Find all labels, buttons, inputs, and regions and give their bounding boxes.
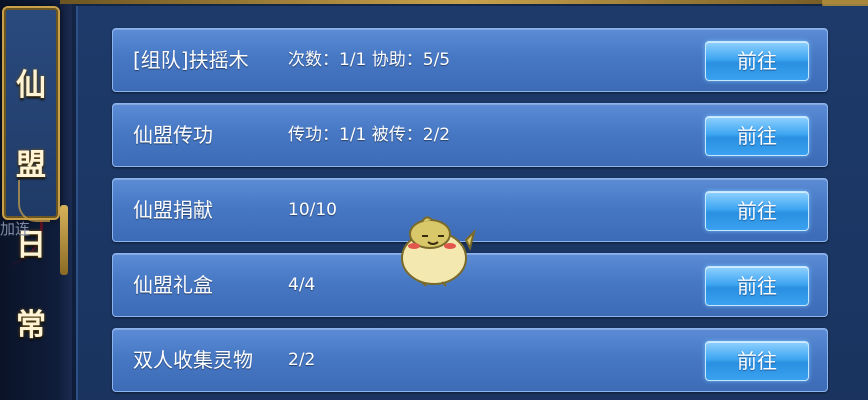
guild-daily-screen: 仙 盟 日 常 加连 [组队]扶摇木 次数：1/1 协助：5/5 前往 仙盟传功… (0, 0, 868, 400)
task-name: 仙盟传功 (133, 123, 213, 147)
plaque-ornament (18, 180, 50, 222)
tassel-decoration (60, 205, 68, 275)
top-gold-rim (60, 0, 868, 4)
go-button[interactable]: 前往 (705, 41, 809, 81)
task-progress: 传功：1/1 被传：2/2 (288, 125, 451, 145)
task-row: 仙盟传功 传功：1/1 被传：2/2 前往 (112, 103, 828, 167)
side-banner: 仙 盟 日 常 加连 (0, 0, 72, 400)
title-plaque: 仙 盟 日 常 (2, 6, 60, 343)
task-name: 仙盟礼盒 (133, 273, 213, 297)
go-button[interactable]: 前往 (705, 341, 809, 381)
task-progress: 10/10 (288, 200, 337, 220)
side-text-fragment: 加连 (0, 220, 31, 238)
task-progress: 4/4 (288, 275, 316, 295)
task-row: [组队]扶摇木 次数：1/1 协助：5/5 前往 (112, 28, 828, 92)
task-name: 仙盟捐献 (133, 198, 213, 222)
task-progress: 次数：1/1 协助：5/5 (288, 50, 451, 70)
task-name: [组队]扶摇木 (133, 48, 249, 72)
go-button[interactable]: 前往 (705, 266, 809, 306)
title-char: 仙 (16, 68, 46, 103)
task-name: 双人收集灵物 (133, 348, 253, 372)
yellow-chick-mascot-icon (401, 216, 476, 287)
go-button[interactable]: 前往 (705, 116, 809, 156)
task-row: 双人收集灵物 2/2 前往 (112, 328, 828, 392)
go-button[interactable]: 前往 (705, 191, 809, 231)
task-progress: 2/2 (288, 350, 316, 370)
title-char: 常 (16, 308, 46, 343)
